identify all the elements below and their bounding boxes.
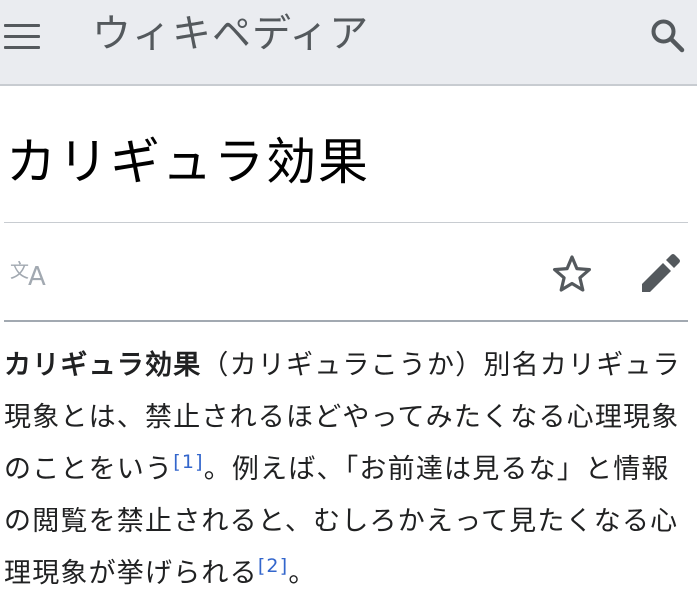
hamburger-icon-bar [4,35,40,38]
watch-star-button[interactable] [552,254,592,294]
title-divider [4,222,688,223]
page-title: カリギュラ効果 [6,133,370,191]
hamburger-icon-bar [4,24,40,27]
reference-link-2[interactable]: [2] [258,555,289,577]
article-term: カリギュラ効果 [4,350,202,381]
article-lead-paragraph: カリギュラ効果（カリギュラこうか）別名カリギュラ現象とは、禁止されるほどやってみ… [4,340,692,600]
top-bar: ウィキペディア [0,0,697,86]
reference-link-1[interactable]: [1] [173,451,204,473]
search-button[interactable] [648,16,688,56]
menu-button[interactable] [4,22,40,52]
article-text-segment: 。 [288,558,317,589]
search-icon [651,19,685,53]
star-icon [552,255,592,292]
edit-button[interactable] [638,252,682,296]
site-logo[interactable]: ウィキペディア [92,8,369,62]
language-button[interactable]: 文 A [8,252,54,292]
language-icon-letter: A [28,262,46,292]
hamburger-icon-bar [4,46,40,49]
toolbar-divider [4,320,688,322]
language-icon-glyph: 文 [10,260,30,282]
pencil-icon [642,254,680,292]
